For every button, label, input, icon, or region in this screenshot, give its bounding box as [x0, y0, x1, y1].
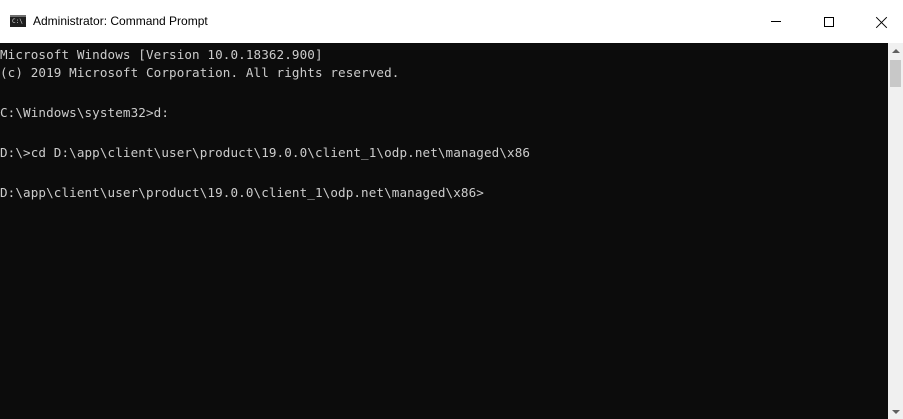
console-output[interactable]: Microsoft Windows [Version 10.0.18362.90… — [0, 43, 888, 419]
console-line: Microsoft Windows [Version 10.0.18362.90… — [0, 47, 323, 62]
window-title: Administrator: Command Prompt — [33, 14, 208, 28]
maximize-button[interactable] — [806, 0, 852, 43]
console-line: D:\>cd D:\app\client\user\product\19.0.0… — [0, 145, 531, 160]
vertical-scrollbar[interactable] — [888, 43, 903, 419]
title-bar[interactable]: C:\ Administrator: Command Prompt — [0, 0, 903, 43]
close-icon — [876, 16, 888, 28]
cmd-icon[interactable]: C:\ — [10, 15, 26, 27]
maximize-icon — [824, 16, 834, 27]
minimize-icon — [771, 21, 781, 22]
console-prompt-line[interactable]: D:\app\client\user\product\19.0.0\client… — [0, 184, 484, 202]
scroll-up-button[interactable] — [888, 43, 903, 58]
minimize-button[interactable] — [753, 0, 799, 43]
scroll-thumb[interactable] — [890, 60, 901, 87]
console-line: C:\Windows\system32>d: — [0, 105, 170, 120]
close-button[interactable] — [861, 0, 903, 43]
command-prompt-window: C:\ Administrator: Command Prompt Micros… — [0, 0, 903, 419]
scroll-down-button[interactable] — [888, 404, 903, 419]
cmd-icon-glyph: C:\ — [12, 18, 23, 25]
console-line: (c) 2019 Microsoft Corporation. All righ… — [0, 65, 400, 80]
scroll-up-arrow-icon — [891, 48, 900, 53]
scroll-down-arrow-icon — [891, 409, 900, 414]
